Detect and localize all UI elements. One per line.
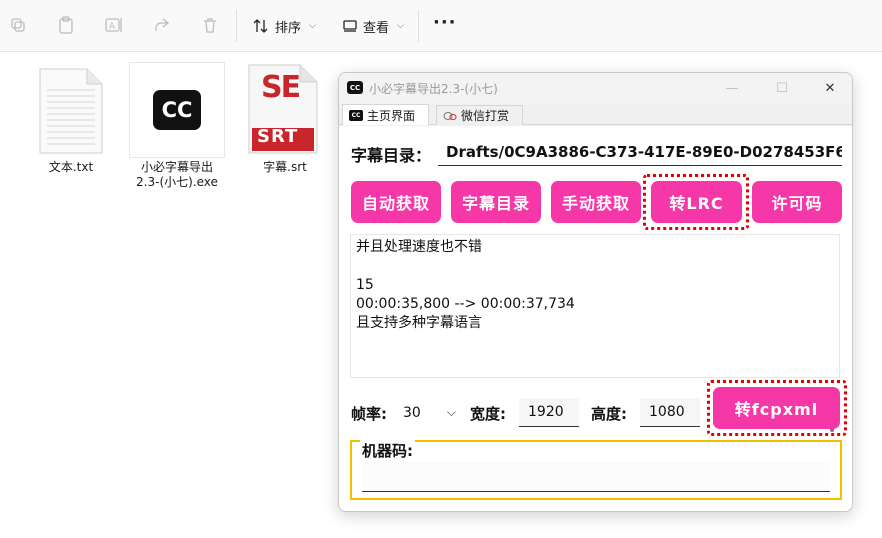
app-logo-icon: CC <box>347 81 363 94</box>
file-name: 小必字幕导出 2.3-(小七).exe <box>127 160 227 190</box>
file-name: 字幕.srt <box>263 160 307 174</box>
text-line: 且支持多种字幕语言 <box>356 315 482 331</box>
file-item-srt[interactable]: SE SRT 字幕.srt <box>235 62 335 192</box>
license-button[interactable]: 许可码 <box>752 181 842 223</box>
manual-fetch-button[interactable]: 手动获取 <box>551 181 641 223</box>
tab-wechat-tip[interactable]: 微信打赏 <box>436 105 523 125</box>
share-icon[interactable] <box>152 15 172 35</box>
file-item-text[interactable]: 文本.txt <box>21 62 121 192</box>
title-bar[interactable]: CC 小必字幕导出2.3-(小七) — ☐ ✕ <box>339 73 852 103</box>
more-options-button[interactable]: ··· <box>433 12 457 33</box>
subtitle-text-area[interactable]: 并且处理速度也不错 15 00:00:35,800 --> 00:00:37,7… <box>350 234 840 378</box>
auto-fetch-button[interactable]: 自动获取 <box>351 181 441 223</box>
window-title: 小必字幕导出2.3-(小七) <box>369 82 498 96</box>
height-label: 高度: <box>591 405 627 423</box>
sort-label: 排序 <box>275 20 302 36</box>
fps-value: 30 <box>403 404 421 421</box>
home-panel: 字幕目录： Drafts/0C9A3886-C373-417E-89E0-D02… <box>339 126 852 511</box>
chevron-down-icon: ⌵ <box>309 21 316 31</box>
srt-file-icon: SE SRT <box>248 64 318 158</box>
chevron-down-icon: ⌵ <box>397 21 404 31</box>
view-icon <box>343 20 357 32</box>
machine-code-group: 机器码: <box>350 440 842 500</box>
cc-tab-icon: CC <box>349 109 363 121</box>
minimize-button[interactable]: — <box>717 77 747 99</box>
text-line: 15 <box>356 277 374 293</box>
srt-icon-top: SE <box>261 70 301 105</box>
cc-app-icon: CC <box>129 62 225 158</box>
machine-code-label: 机器码: <box>360 440 415 461</box>
file-name: 文本.txt <box>48 160 94 174</box>
paste-icon[interactable] <box>56 15 76 35</box>
srt-icon-bottom: SRT <box>257 126 299 147</box>
height-input[interactable]: 1080 <box>640 398 700 427</box>
fps-label: 帧率: <box>351 405 387 423</box>
machine-code-input[interactable] <box>362 462 830 492</box>
file-name-line2: 2.3-(小七).exe <box>136 175 218 189</box>
text-file-icon <box>39 68 103 158</box>
tab-label: 主页界面 <box>367 108 416 123</box>
subtitle-dir-label: 字幕目录： <box>351 146 432 165</box>
view-button[interactable]: 查看 ⌵ <box>343 14 404 38</box>
width-label: 宽度: <box>470 405 506 423</box>
tab-bar: CC 主页界面 微信打赏 <box>339 103 852 125</box>
sort-icon <box>253 19 268 33</box>
wechat-pay-icon <box>443 110 457 121</box>
close-button[interactable]: ✕ <box>815 77 845 99</box>
fps-select[interactable]: 30 ⌵ <box>400 398 459 427</box>
text-line <box>356 257 834 276</box>
app-window: CC 小必字幕导出2.3-(小七) — ☐ ✕ CC 主页界面 微信打赏 字幕目… <box>338 72 853 512</box>
text-line: 00:00:35,800 --> 00:00:37,734 <box>356 296 575 312</box>
view-label: 查看 <box>363 20 390 36</box>
rename-icon[interactable]: A <box>104 15 124 35</box>
tab-label: 微信打赏 <box>461 109 510 123</box>
to-fcpxml-button[interactable]: 转fcpxml <box>713 387 840 429</box>
toolbar-divider <box>236 10 237 42</box>
width-input[interactable]: 1920 <box>519 398 579 427</box>
delete-icon[interactable] <box>200 15 220 35</box>
toolbar-divider <box>418 10 419 42</box>
text-line: 并且处理速度也不错 <box>356 239 482 255</box>
explorer-toolbar: A 排序 ⌵ 查看 ⌵ ··· <box>0 0 882 52</box>
cc-logo-text: CC <box>153 90 201 130</box>
file-item-exe[interactable]: CC 小必字幕导出 2.3-(小七).exe <box>127 62 227 192</box>
subtitle-dir-input[interactable]: Drafts/0C9A3886-C373-417E-89E0-D0278453F… <box>438 138 842 166</box>
tab-home[interactable]: CC 主页界面 <box>342 104 429 125</box>
maximize-button[interactable]: ☐ <box>767 77 797 99</box>
copy-icon[interactable] <box>8 15 28 35</box>
subtitle-dir-button[interactable]: 字幕目录 <box>451 181 541 223</box>
to-lrc-button[interactable]: 转LRC <box>651 181 742 223</box>
chevron-down-icon: ⌵ <box>446 405 456 419</box>
svg-text:A: A <box>109 22 116 32</box>
sort-button[interactable]: 排序 ⌵ <box>253 14 316 38</box>
file-name-line1: 小必字幕导出 <box>140 160 213 174</box>
